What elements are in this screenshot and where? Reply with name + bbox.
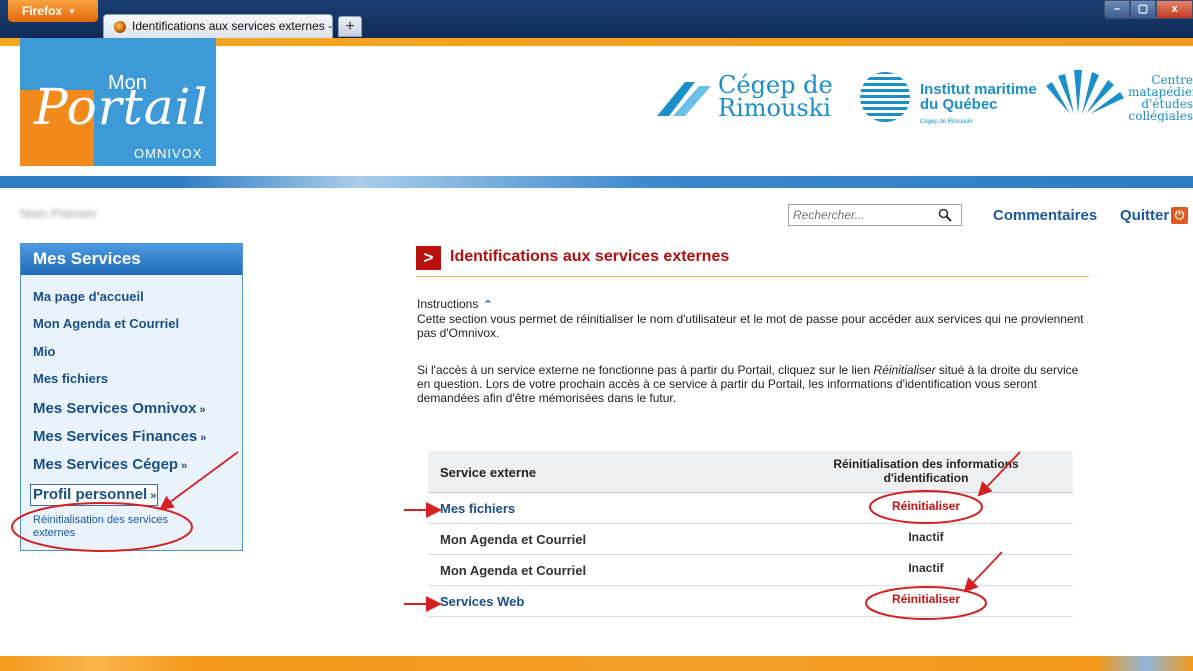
sidebar-item-finances[interactable]: Mes Services Finances» xyxy=(33,428,206,445)
status-inactif-2: Inactif xyxy=(908,561,944,575)
header-blue-bar xyxy=(0,176,1193,188)
sidebar-subitem-reinitialisation[interactable]: Réinitialisation des services externes xyxy=(33,514,208,540)
sidebar-item-finances-label: Mes Services Finances xyxy=(33,428,198,445)
cegep-rimouski-logo[interactable]: Cégep de Rimouski xyxy=(718,73,833,122)
imq-sub: Cégep de Rimouski xyxy=(920,119,973,125)
sidebar-item-mio[interactable]: Mio xyxy=(33,344,55,359)
favicon-icon xyxy=(114,21,126,33)
cegep-rimouski-mark-icon xyxy=(657,82,711,116)
page-title: Identifications aux services externes xyxy=(450,248,730,265)
firefox-menu-button[interactable]: Firefox ▼ xyxy=(8,0,98,22)
tab-title: Identifications aux services externes - … xyxy=(132,19,333,33)
logo-omnivox: OMNIVOX xyxy=(134,146,203,161)
service-name-agenda-1: Mon Agenda et Courriel xyxy=(440,532,587,547)
imq-line1: Institut maritime xyxy=(920,81,1037,98)
institut-maritime-logo[interactable]: Institut maritime du Québec Cégep de Rim… xyxy=(920,82,1037,130)
para2-part-a: Si l'accès à un service externe ne fonct… xyxy=(417,363,874,377)
quit-link[interactable]: Quitter xyxy=(1120,207,1169,224)
cmec-logo[interactable]: Centre matapédien d'études collégiales xyxy=(1128,74,1193,122)
search-icon[interactable] xyxy=(931,205,959,225)
caret-down-icon: ▼ xyxy=(68,7,76,17)
column-header-service: Service externe xyxy=(440,465,537,480)
search-box xyxy=(788,204,962,226)
services-sidebar: Mes Services Ma page d'accueil Mon Agend… xyxy=(20,243,243,551)
power-icon[interactable]: ⏻ xyxy=(1171,207,1188,224)
sidebar-item-accueil[interactable]: Ma page d'accueil xyxy=(33,289,144,304)
table-row: Mes fichiers Réinitialiser xyxy=(428,493,1073,524)
reset-link-mes-fichiers[interactable]: Réinitialiser xyxy=(816,499,1036,513)
sidebar-item-omnivox-label: Mes Services Omnivox xyxy=(33,400,197,417)
mon-portail-logo[interactable]: Mon Portail OMNIVOX xyxy=(20,38,216,166)
imq-globe-icon xyxy=(860,72,910,122)
column-header-reset: Réinitialisation des informations d'iden… xyxy=(833,457,1019,485)
status-inactif-1: Inactif xyxy=(908,530,944,544)
minimize-button[interactable]: – xyxy=(1104,0,1130,19)
browser-titlebar: Firefox ▼ Identifications aux services ex… xyxy=(0,0,1193,38)
table-row: Mon Agenda et Courriel Inactif xyxy=(428,555,1073,586)
logo-portail: Portail xyxy=(34,78,209,136)
sidebar-title: Mes Services xyxy=(21,244,242,275)
table-row: Services Web Réinitialiser xyxy=(428,586,1073,617)
browser-tab[interactable]: Identifications aux services externes - … xyxy=(103,14,333,38)
external-services-table: Service externe Réinitialisation des inf… xyxy=(428,451,1073,617)
cmec-fan-icon xyxy=(1046,70,1124,114)
service-link-mes-fichiers[interactable]: Mes fichiers xyxy=(440,501,515,516)
instructions-label: Instructions xyxy=(417,297,479,311)
imq-line2: du Québec xyxy=(920,96,998,113)
sidebar-item-profil[interactable]: Profil personnel» xyxy=(33,486,156,503)
user-name: Nom Prénom xyxy=(20,206,97,221)
double-chevron-down-icon: » xyxy=(181,460,188,472)
sidebar-item-cegep[interactable]: Mes Services Cégep» xyxy=(33,456,187,473)
service-name-agenda-2: Mon Agenda et Courriel xyxy=(440,563,587,578)
table-header: Service externe Réinitialisation des inf… xyxy=(428,451,1073,493)
chevron-right-icon: > xyxy=(416,246,441,270)
cmec-line4: collégiales xyxy=(1128,109,1193,122)
double-chevron-down-icon: » xyxy=(150,490,157,502)
sidebar-item-profil-label: Profil personnel xyxy=(33,486,148,503)
maximize-button[interactable]: ▢ xyxy=(1130,0,1156,19)
title-divider xyxy=(416,276,1089,277)
sidebar-item-omnivox[interactable]: Mes Services Omnivox» xyxy=(33,400,206,417)
comments-link[interactable]: Commentaires xyxy=(993,207,1097,224)
reset-link-services-web[interactable]: Réinitialiser xyxy=(816,592,1036,606)
instructions-header[interactable]: Instructions ⌃ xyxy=(417,297,493,311)
sidebar-item-fichiers[interactable]: Mes fichiers xyxy=(33,371,108,386)
double-chevron-down-icon: » xyxy=(199,404,206,416)
double-chevron-down-icon: » xyxy=(200,432,207,444)
footer-bar xyxy=(0,656,1193,671)
firefox-menu-label: Firefox xyxy=(22,4,63,18)
search-input[interactable] xyxy=(789,205,931,225)
close-window-button[interactable]: x xyxy=(1156,0,1193,19)
table-row: Mon Agenda et Courriel Inactif xyxy=(428,524,1073,555)
para2-emphasis: Réinitialiser xyxy=(873,363,936,377)
service-link-services-web[interactable]: Services Web xyxy=(440,594,524,609)
cegep-line2: Rimouski xyxy=(718,94,831,122)
instructions-paragraph-1: Cette section vous permet de réinitialis… xyxy=(417,312,1084,340)
new-tab-button[interactable]: + xyxy=(338,16,362,37)
instructions-paragraph-2: Si l'accès à un service externe ne fonct… xyxy=(417,363,1089,405)
collapse-chevron-up-icon[interactable]: ⌃ xyxy=(483,299,492,311)
sidebar-item-agenda[interactable]: Mon Agenda et Courriel xyxy=(33,316,179,331)
sidebar-item-cegep-label: Mes Services Cégep xyxy=(33,456,179,473)
